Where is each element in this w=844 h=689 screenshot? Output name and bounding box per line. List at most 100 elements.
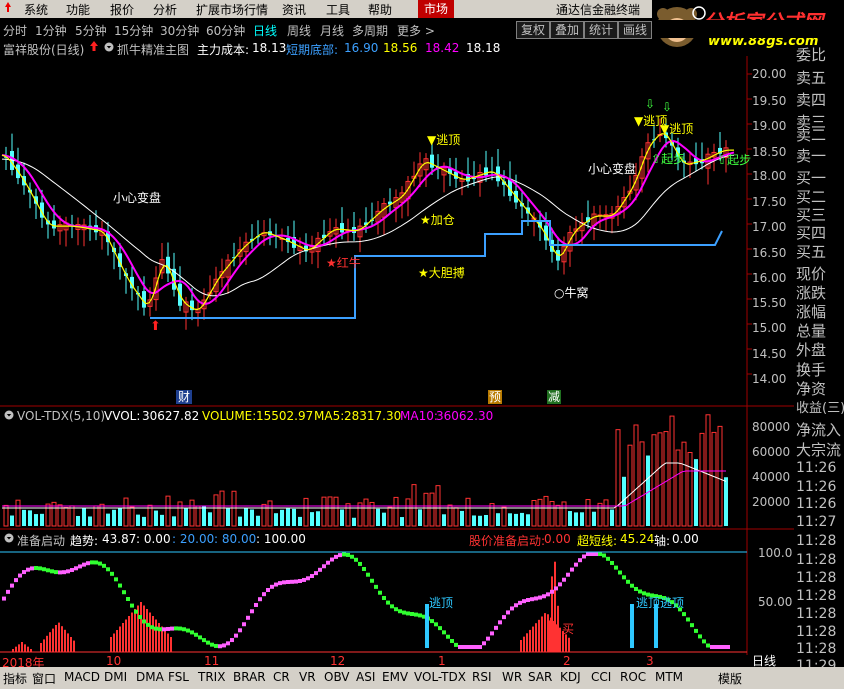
tab-mtm[interactable]: MTM bbox=[655, 670, 683, 684]
tab-window[interactable]: 窗口 bbox=[32, 670, 56, 687]
volume-bar bbox=[520, 512, 524, 526]
indicator-trend-dot bbox=[594, 552, 598, 556]
menu-extended-market[interactable]: 扩展市场行情 bbox=[196, 1, 268, 18]
period-weekly[interactable]: 周线 bbox=[287, 22, 311, 39]
volume-bar bbox=[213, 494, 219, 527]
price-tick: 20.00 bbox=[752, 67, 787, 81]
indicator-trend-dot bbox=[246, 615, 250, 620]
indicator-trend-dot bbox=[710, 645, 714, 649]
vol-ma5-label: MA5: bbox=[314, 409, 345, 423]
indicator-histogram-bar bbox=[125, 619, 127, 652]
tab-indicator[interactable]: 指标 bbox=[3, 670, 27, 687]
rp-block-trade: 大宗流 bbox=[796, 441, 842, 459]
indicator-histogram-bar bbox=[538, 619, 540, 652]
indicator-trend-dot bbox=[310, 573, 314, 578]
period-multi[interactable]: 多周期 bbox=[352, 22, 388, 39]
tab-dmi[interactable]: DMI bbox=[104, 670, 127, 684]
indicator-trend-dot bbox=[450, 639, 454, 644]
tab-macd[interactable]: MACD bbox=[64, 670, 100, 684]
dropdown-icon[interactable] bbox=[104, 41, 114, 56]
indicator-trend-dot bbox=[2, 596, 6, 601]
indicator-trend-dot bbox=[50, 569, 54, 574]
tab-emv[interactable]: EMV bbox=[382, 670, 408, 684]
statistics-button[interactable]: 统计 bbox=[584, 21, 618, 39]
menu-function[interactable]: 功能 bbox=[66, 1, 90, 18]
indicator-trend-dot bbox=[510, 606, 514, 611]
tab-vol-tdx[interactable]: VOL-TDX bbox=[414, 670, 466, 684]
tab-cr[interactable]: CR bbox=[273, 670, 290, 684]
indicator-trend-dot bbox=[46, 568, 50, 573]
overlay-button[interactable]: 叠加 bbox=[550, 21, 584, 39]
super-value: 45.24 bbox=[620, 532, 655, 546]
tab-roc[interactable]: ROC bbox=[620, 670, 646, 684]
tab-wr[interactable]: WR bbox=[502, 670, 522, 684]
period-30min[interactable]: 30分钟 bbox=[160, 22, 199, 39]
volume-bar bbox=[286, 508, 290, 526]
volume-bar bbox=[429, 492, 435, 527]
indicator-histogram-bar bbox=[523, 636, 525, 652]
rp-time: 11:28 bbox=[796, 588, 837, 604]
tab-cci[interactable]: CCI bbox=[591, 670, 611, 684]
period-daily[interactable]: 日线 bbox=[253, 22, 277, 39]
restore-rights-button[interactable]: 复权 bbox=[516, 21, 550, 39]
tab-asi[interactable]: ASI bbox=[356, 670, 375, 684]
volume-bar bbox=[63, 507, 69, 527]
indicator-histogram-bar bbox=[70, 637, 72, 652]
indicator-trend-dot bbox=[262, 592, 266, 597]
volume-bar bbox=[501, 506, 507, 527]
up-arrow-icon[interactable] bbox=[89, 40, 99, 55]
tab-vr[interactable]: VR bbox=[299, 670, 316, 684]
vol-dropdown-icon[interactable] bbox=[4, 409, 14, 424]
period-5min[interactable]: 5分钟 bbox=[75, 22, 107, 39]
volume-bar bbox=[142, 516, 146, 526]
menu-tools[interactable]: 工具 bbox=[326, 1, 350, 18]
menu-market[interactable]: 市场 bbox=[418, 0, 455, 18]
volume-bar bbox=[363, 498, 369, 527]
indicator-histogram-bar bbox=[167, 633, 169, 652]
period-more[interactable]: 更多 > bbox=[397, 22, 435, 39]
menu-help[interactable]: 帮助 bbox=[368, 1, 392, 18]
tab-dma[interactable]: DMA bbox=[136, 670, 164, 684]
indicator-trend-dot bbox=[390, 604, 394, 609]
indicator-trend-dot bbox=[62, 570, 66, 575]
tab-fsl[interactable]: FSL bbox=[168, 670, 189, 684]
indicator-histogram-bar bbox=[164, 630, 166, 652]
forecast-marker[interactable]: 预 bbox=[488, 390, 502, 404]
indicator-histogram-bar bbox=[113, 633, 115, 652]
menu-info[interactable]: 资讯 bbox=[282, 1, 306, 18]
price-tick: 17.00 bbox=[752, 220, 787, 234]
menu-quote[interactable]: 报价 bbox=[110, 1, 134, 18]
indicator-trend-dot bbox=[346, 552, 350, 557]
indicator-trend-dot bbox=[722, 645, 726, 649]
menu-analysis[interactable]: 分析 bbox=[153, 1, 177, 18]
indicator-trend-dot bbox=[702, 639, 706, 644]
volume-bar bbox=[681, 441, 687, 527]
reduce-marker[interactable]: 减 bbox=[547, 390, 561, 404]
indicator-trend-dot bbox=[10, 583, 14, 588]
candle-body bbox=[340, 223, 344, 233]
rp-net-inflow: 净流入 bbox=[796, 421, 842, 439]
bottom-tab-bar: 指标 窗口 MACD DMI DMA FSL TRIX BRAR CR VR O… bbox=[0, 667, 844, 689]
rp-ask4: 卖四 bbox=[796, 91, 827, 109]
tab-brar[interactable]: BRAR bbox=[233, 670, 266, 684]
tab-rsi[interactable]: RSI bbox=[472, 670, 492, 684]
tab-obv[interactable]: OBV bbox=[324, 670, 350, 684]
tab-template[interactable]: 模版 bbox=[718, 670, 742, 687]
ind-dropdown-icon[interactable] bbox=[4, 532, 14, 547]
period-15min[interactable]: 15分钟 bbox=[114, 22, 153, 39]
period-tick[interactable]: 分时 bbox=[3, 22, 27, 39]
period-1min[interactable]: 1分钟 bbox=[35, 22, 67, 39]
finance-marker[interactable]: 财 bbox=[176, 390, 192, 404]
tab-trix[interactable]: TRIX bbox=[198, 670, 225, 684]
draw-line-button[interactable]: 画线 bbox=[618, 21, 652, 39]
rp-ask2: 卖二 bbox=[796, 126, 827, 144]
menu-system[interactable]: 系统 bbox=[24, 1, 48, 18]
period-monthly[interactable]: 月线 bbox=[320, 22, 344, 39]
volume-bar bbox=[345, 503, 351, 527]
indicator-trend-dot bbox=[314, 571, 318, 576]
period-60min[interactable]: 60分钟 bbox=[206, 22, 245, 39]
indicator-histogram-bar bbox=[110, 637, 112, 652]
indicator-trend-dot bbox=[138, 615, 142, 620]
tab-sar[interactable]: SAR bbox=[528, 670, 552, 684]
tab-kdj[interactable]: KDJ bbox=[560, 670, 581, 684]
